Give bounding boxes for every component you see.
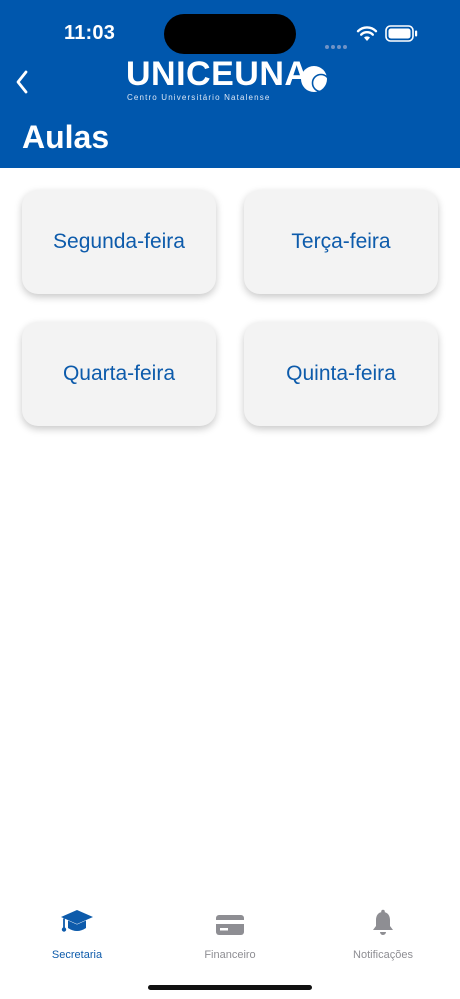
logo-circle-icon	[301, 66, 331, 93]
day-card-tuesday[interactable]: Terça-feira	[244, 190, 438, 294]
tab-bar: Secretaria Financeiro Notificações	[0, 905, 460, 975]
credit-card-icon	[216, 915, 244, 935]
app-header: 11:03 UNICEUNA Centro Universitário Nata…	[0, 0, 460, 168]
page-title: Aulas	[22, 119, 110, 155]
tab-financeiro[interactable]: Financeiro	[170, 905, 290, 965]
day-card-monday[interactable]: Segunda-feira	[22, 190, 216, 294]
wifi-icon	[356, 26, 378, 41]
logo-subtitle: Centro Universitário Natalense	[127, 93, 271, 102]
tab-label-secretaria: Secretaria	[51, 949, 103, 961]
tab-label-financeiro: Financeiro	[204, 949, 256, 961]
dynamic-island	[164, 14, 296, 54]
bell-icon	[373, 909, 393, 935]
uniceuna-logo: UNICEUNA Centro Universitário Natalense	[124, 55, 336, 104]
home-indicator	[148, 985, 312, 990]
graduation-cap-icon	[61, 910, 93, 932]
cellular-signal-icon	[325, 36, 349, 54]
tab-notificacoes[interactable]: Notificações	[323, 905, 443, 965]
day-card-wednesday[interactable]: Quarta-feira	[22, 322, 216, 426]
tab-secretaria[interactable]: Secretaria	[17, 905, 137, 965]
chevron-left-icon	[16, 70, 28, 94]
tab-label-notificacoes: Notificações	[353, 949, 413, 961]
battery-icon	[385, 25, 418, 42]
back-button[interactable]	[8, 64, 36, 100]
day-card-thursday[interactable]: Quinta-feira	[244, 322, 438, 426]
status-time: 11:03	[64, 22, 116, 44]
logo-wordmark: UNICEUNA	[126, 55, 310, 93]
